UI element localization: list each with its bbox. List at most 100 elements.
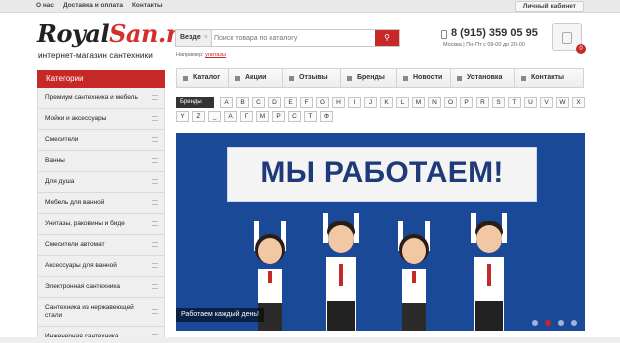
brand-letter-button[interactable]: F <box>300 97 313 108</box>
menu-item-news[interactable]: Новости <box>397 69 451 87</box>
menu-item-label: Новости <box>413 74 443 81</box>
brand-letter-button[interactable]: T <box>508 97 521 108</box>
category-item[interactable]: Мойки и аксессуары <box>38 109 164 130</box>
brand-letter-button[interactable]: М <box>256 111 269 122</box>
search-button[interactable]: ⚲ <box>375 30 399 46</box>
brand-letter-button[interactable]: S <box>492 97 505 108</box>
menu-lines-icon <box>152 221 158 226</box>
cart-icon <box>562 32 572 44</box>
slider-dot[interactable] <box>558 320 564 326</box>
menu-item-brands[interactable]: Бренды <box>341 69 397 87</box>
menu-bullet-icon <box>457 75 462 81</box>
menu-lines-icon <box>152 137 158 142</box>
category-label: Электронная сантехника <box>45 283 121 290</box>
logo-part-1: Royal <box>37 19 110 48</box>
brand-letter-button[interactable]: Т <box>304 111 317 122</box>
brand-letter-button[interactable]: G <box>316 97 329 108</box>
slider-dot[interactable] <box>571 320 577 326</box>
brand-letter-filter: Бренды A B C D E F G H I J K L M N O P R S T U V W X Y Z _ А Г М Р С Т Ф <box>176 97 586 122</box>
banner-person-3 <box>394 221 434 331</box>
brand-letter-button[interactable]: K <box>380 97 393 108</box>
brand-letter-button[interactable]: X <box>572 97 585 108</box>
categories-header: Категории <box>37 70 165 88</box>
brand-letter-button[interactable]: _ <box>208 111 221 122</box>
brand-letter-button[interactable]: V <box>540 97 553 108</box>
category-item[interactable]: Унитазы, раковины и биде <box>38 214 164 235</box>
search-example-link[interactable]: унитазы <box>205 52 226 58</box>
category-label: Смесители автомат <box>45 241 105 248</box>
menu-lines-icon <box>152 284 158 289</box>
brand-letter-button[interactable]: N <box>428 97 441 108</box>
top-bar: О нас Доставка и оплата Контакты Личный … <box>0 0 620 13</box>
brand-letter-button[interactable]: J <box>364 97 377 108</box>
menu-item-reviews[interactable]: Отзывы <box>283 69 341 87</box>
brand-letter-button[interactable]: Y <box>176 111 189 122</box>
search-bar: Везде× ⚲ <box>175 29 400 47</box>
banner-caption: Работаем каждый день! <box>176 308 264 322</box>
search-scope-select[interactable]: Везде × <box>176 30 212 46</box>
brand-letter-button[interactable]: H <box>332 97 345 108</box>
brand-letter-button[interactable]: W <box>556 97 569 108</box>
clear-scope-icon[interactable]: × <box>204 30 208 46</box>
cart-button[interactable]: 0 <box>552 23 586 54</box>
phone-icon <box>441 30 447 39</box>
menu-bullet-icon <box>289 75 294 81</box>
category-item[interactable]: Ванны <box>38 151 164 172</box>
menu-lines-icon <box>152 158 158 163</box>
category-label: Аксессуары для ванной <box>45 262 117 269</box>
slider-dot[interactable] <box>545 320 551 326</box>
brand-letter-button[interactable]: L <box>396 97 409 108</box>
category-item[interactable]: Смесители автомат <box>38 235 164 256</box>
menu-item-promotions[interactable]: Акции <box>229 69 283 87</box>
brand-letter-button[interactable]: R <box>476 97 489 108</box>
brand-letter-button[interactable]: B <box>236 97 249 108</box>
category-item[interactable]: Сантехника из нержавеющей стали <box>38 298 164 327</box>
top-link-delivery[interactable]: Доставка и оплата <box>63 2 123 9</box>
brand-letter-button[interactable]: D <box>268 97 281 108</box>
brand-letter-button[interactable]: Ф <box>320 111 333 122</box>
categories-list: Премиум сантехника и мебель Мойки и аксес… <box>37 88 165 343</box>
brand-letter-button[interactable]: E <box>284 97 297 108</box>
menu-lines-icon <box>152 179 158 184</box>
promo-banner[interactable]: МЫ РАБОТАЕМ! Работаем каждый день! <box>176 133 585 331</box>
category-label: Сантехника из нержавеющей стали <box>45 304 134 319</box>
category-label: Мебель для ванной <box>45 199 105 206</box>
category-label: Мойки и аксессуары <box>45 115 107 122</box>
slider-dot[interactable] <box>532 320 538 326</box>
page-bottom-strip <box>0 337 620 343</box>
menu-lines-icon <box>152 242 158 247</box>
brand-letter-button[interactable]: I <box>348 97 361 108</box>
brand-letter-button[interactable]: А <box>224 111 237 122</box>
search-example: Например: унитазы <box>176 52 226 58</box>
menu-lines-icon <box>152 116 158 121</box>
category-label: Смесители <box>45 136 79 143</box>
category-item[interactable]: Аксессуары для ванной <box>38 256 164 277</box>
brand-letter-button[interactable]: Р <box>272 111 285 122</box>
menu-item-contacts[interactable]: Контакты <box>515 69 583 87</box>
search-input[interactable] <box>214 31 374 45</box>
phone-number[interactable]: 8 (915) 359 05 95 <box>451 27 538 39</box>
brand-letter-button[interactable]: O <box>444 97 457 108</box>
menu-item-installation[interactable]: Установка <box>451 69 515 87</box>
category-item[interactable]: Смесители <box>38 130 164 151</box>
brand-letter-button[interactable]: С <box>288 111 301 122</box>
category-item[interactable]: Электронная сантехника <box>38 277 164 298</box>
brand-letter-button[interactable]: P <box>460 97 473 108</box>
category-label: Для душа <box>45 178 75 185</box>
category-item[interactable]: Для душа <box>38 172 164 193</box>
brand-letter-button[interactable]: U <box>524 97 537 108</box>
brand-letter-button[interactable]: C <box>252 97 265 108</box>
brand-letter-button[interactable]: Z <box>192 111 205 122</box>
site-logo[interactable]: RoyalSan.ru <box>37 20 195 48</box>
menu-item-catalog[interactable]: Каталог <box>177 69 229 87</box>
category-item[interactable]: Мебель для ванной <box>38 193 164 214</box>
top-link-about[interactable]: О нас <box>36 2 54 9</box>
personal-cabinet-button[interactable]: Личный кабинет <box>514 1 584 12</box>
top-link-contacts[interactable]: Контакты <box>132 2 163 9</box>
top-links: О нас Доставка и оплата Контакты <box>36 2 163 9</box>
brand-letter-button[interactable]: Г <box>240 111 253 122</box>
brand-letter-button[interactable]: A <box>220 97 233 108</box>
category-label: Унитазы, раковины и биде <box>45 220 125 227</box>
brand-letter-button[interactable]: M <box>412 97 425 108</box>
category-item[interactable]: Премиум сантехника и мебель <box>38 88 164 109</box>
